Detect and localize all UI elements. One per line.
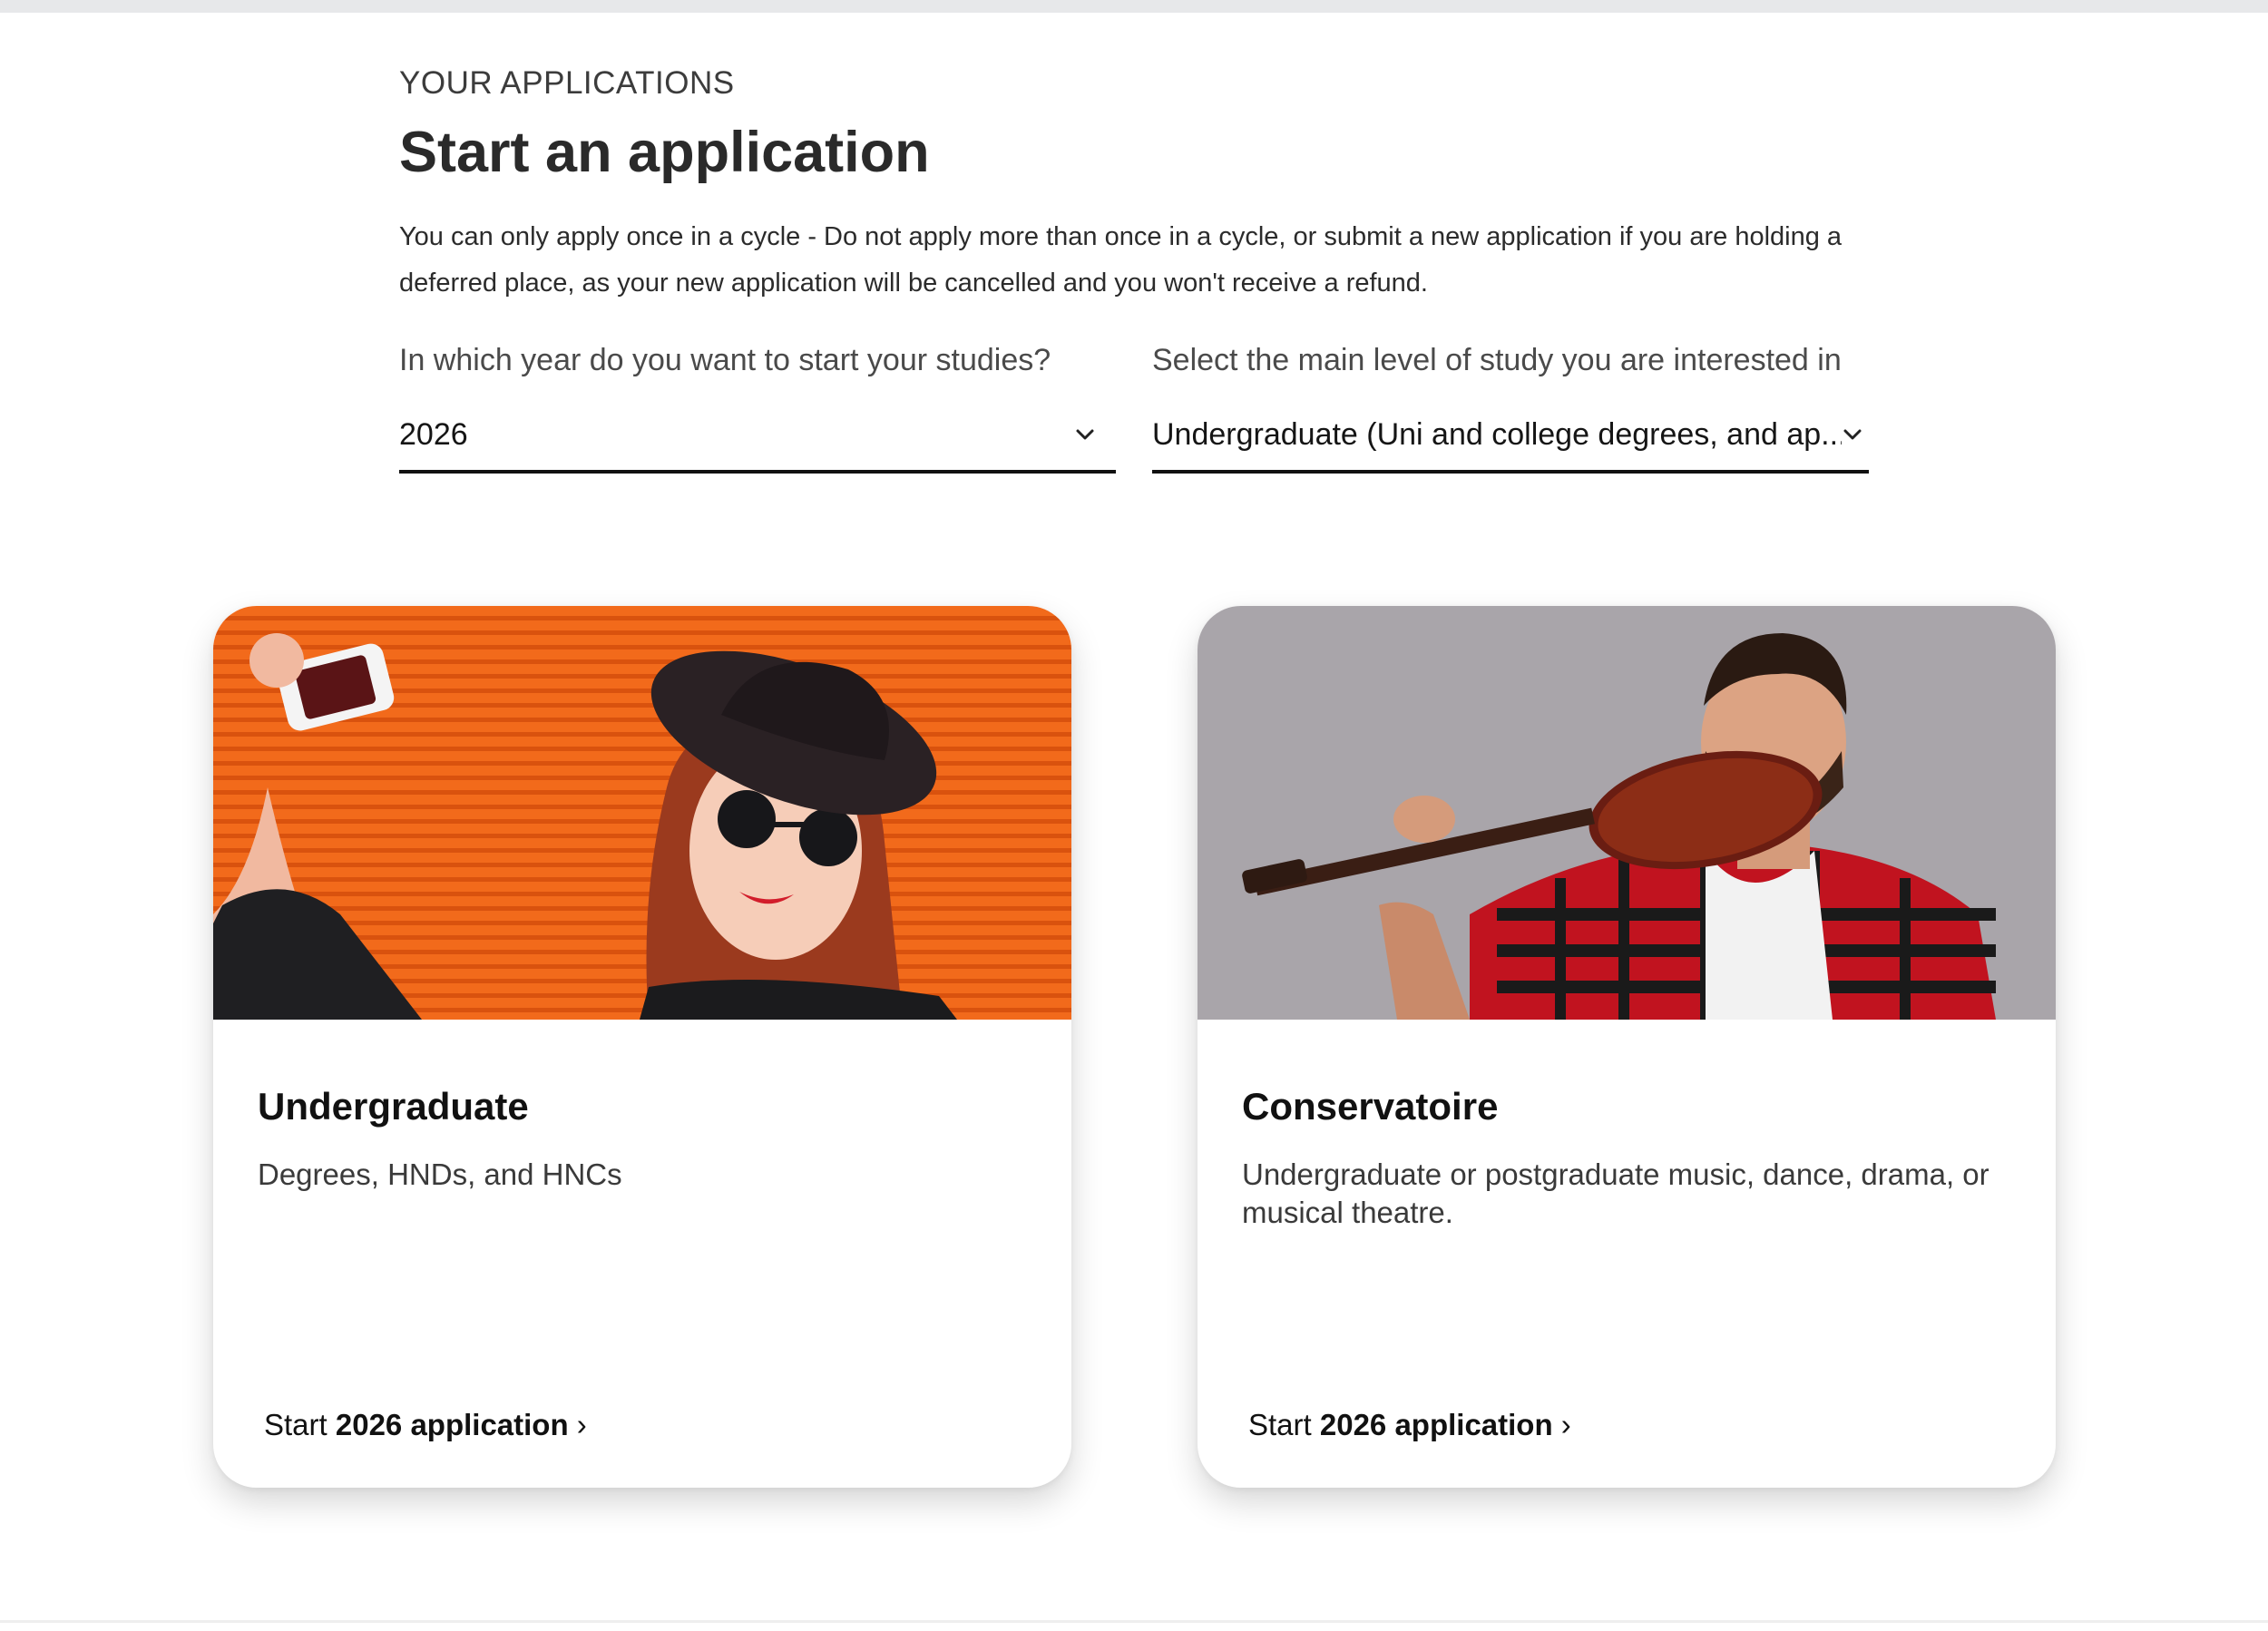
card-description: Degrees, HNDs, and HNCs — [258, 1157, 622, 1191]
page-title: Start an application — [399, 121, 930, 184]
link-prefix: Start — [1248, 1408, 1320, 1441]
start-undergraduate-application-link[interactable]: Start 2026 application › — [264, 1408, 587, 1442]
card-title: Undergraduate — [258, 1085, 529, 1128]
year-select-value: 2026 — [399, 416, 468, 452]
undergraduate-card[interactable]: Undergraduate Degrees, HNDs, and HNCs St… — [213, 606, 1071, 1488]
level-select-value: Undergraduate (Uni and college degrees, … — [1152, 416, 1842, 452]
guitarist-photo-icon — [1198, 606, 2056, 1020]
chevron-down-icon — [1076, 429, 1094, 440]
start-conservatoire-application-link[interactable]: Start 2026 application › — [1248, 1408, 1571, 1442]
card-title: Conservatoire — [1242, 1085, 1499, 1128]
apply-once-notice: You can only apply once in a cycle - Do … — [399, 222, 1843, 298]
bottom-divider — [0, 1620, 2268, 1623]
link-chevron: › — [568, 1408, 587, 1441]
year-select[interactable]: 2026 — [399, 399, 1116, 474]
level-select-label: Select the main level of study you are i… — [1152, 343, 1842, 377]
year-select-label: In which year do you want to start your … — [399, 343, 1051, 377]
link-prefix: Start — [264, 1408, 336, 1441]
card-description: Undergraduate or postgraduate music, dan… — [1242, 1157, 1989, 1229]
level-select[interactable]: Undergraduate (Uni and college degrees, … — [1152, 399, 1869, 474]
section-eyebrow: YOUR APPLICATIONS — [399, 65, 735, 101]
conservatoire-card[interactable]: Conservatoire Undergraduate or postgradu… — [1198, 606, 2056, 1488]
chevron-down-icon — [1843, 429, 1862, 440]
top-divider — [0, 0, 2268, 13]
link-chevron: › — [1552, 1408, 1571, 1441]
link-strong-text: 2026 application — [335, 1408, 569, 1441]
link-strong-text: 2026 application — [1319, 1408, 1553, 1441]
selfie-photo-icon — [213, 606, 1071, 1020]
